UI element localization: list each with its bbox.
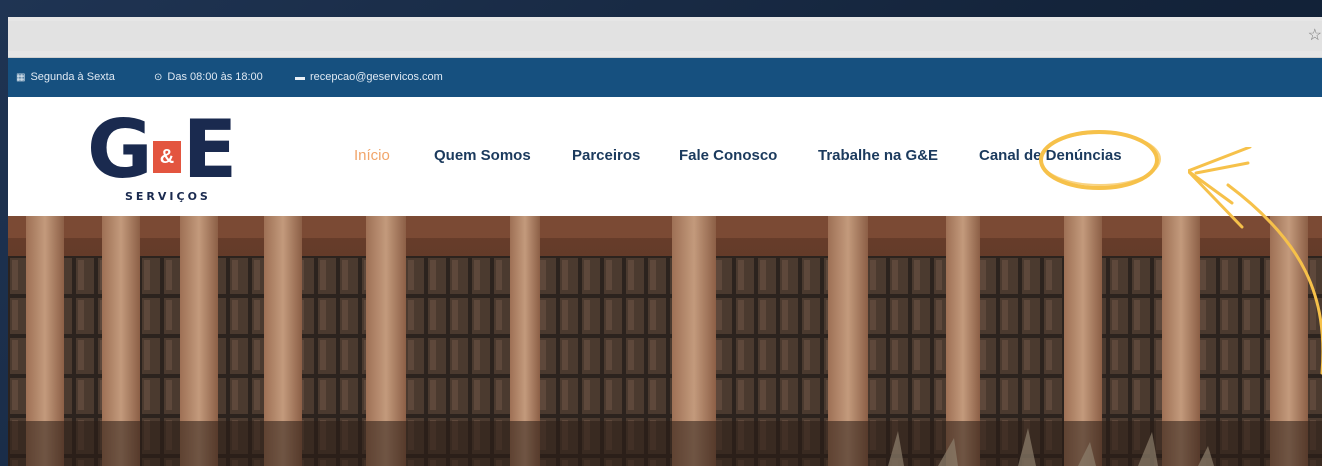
nav-parceiros[interactable]: Parceiros xyxy=(572,147,640,164)
nav-inicio[interactable]: Início xyxy=(354,147,390,164)
star-icon[interactable]: ☆ xyxy=(1308,25,1322,45)
info-topbar: ▦ Segunda à Sexta ⊙ Das 08:00 às 18:00 ▬… xyxy=(8,58,1322,97)
business-hours: ⊙ Das 08:00 às 18:00 xyxy=(154,71,263,83)
site-header: GE & SERVIÇOS Início Quem Somos Parceiro… xyxy=(8,97,1322,216)
contact-email[interactable]: ▬ recepcao@geservicos.com xyxy=(295,71,443,83)
nav-fale-conosco[interactable]: Fale Conosco xyxy=(679,147,777,164)
logo-ampersand: & xyxy=(153,141,181,173)
business-days-text: Segunda à Sexta xyxy=(30,71,115,83)
nav-trabalhe-na-ge[interactable]: Trabalhe na G&E xyxy=(818,147,938,164)
envelope-icon: ▬ xyxy=(295,71,305,83)
nav-quem-somos[interactable]: Quem Somos xyxy=(434,147,531,164)
background-frame: ☆ ▦ Segunda à Sexta ⊙ Das 08:00 às 18:00… xyxy=(0,0,1322,466)
browser-toolbar: ☆ xyxy=(8,17,1322,58)
site-logo[interactable]: GE & SERVIÇOS xyxy=(87,107,247,207)
logo-subtitle: SERVIÇOS xyxy=(125,190,211,203)
clock-icon: ⊙ xyxy=(154,71,163,83)
hero-banner xyxy=(8,216,1322,466)
calendar-icon: ▦ xyxy=(16,71,26,83)
business-hours-text: Das 08:00 às 18:00 xyxy=(167,71,263,83)
contact-email-text[interactable]: recepcao@geservicos.com xyxy=(310,71,443,83)
building-facade-image xyxy=(8,216,1322,466)
address-bar[interactable] xyxy=(8,21,1322,51)
browser-window: ☆ ▦ Segunda à Sexta ⊙ Das 08:00 às 18:00… xyxy=(8,17,1322,466)
nav-canal-de-denuncias[interactable]: Canal de Denúncias xyxy=(979,147,1122,164)
business-days: ▦ Segunda à Sexta xyxy=(16,71,115,83)
